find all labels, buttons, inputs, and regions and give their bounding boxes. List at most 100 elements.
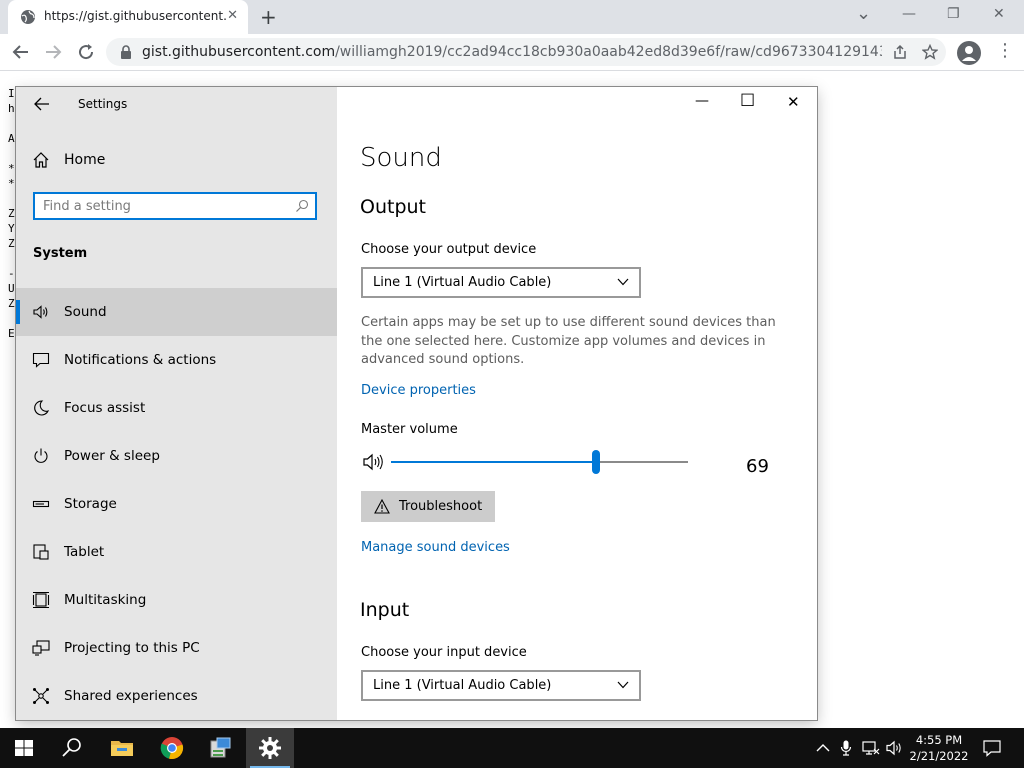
address-bar[interactable]: gist.githubusercontent.com/williamgh2019… xyxy=(106,38,946,66)
volume-speaker-icon[interactable] xyxy=(363,453,385,471)
taskbar: 4:55 PM 2/21/2022 xyxy=(0,728,1024,768)
forward-icon[interactable] xyxy=(44,43,62,61)
page-text-line: Z xyxy=(8,237,15,250)
page-text-line: I xyxy=(8,87,15,100)
volume-slider-fill xyxy=(391,461,596,463)
settings-nav-list: Sound Notifications & actions Focus assi… xyxy=(16,288,337,720)
taskbar-settings[interactable] xyxy=(246,728,294,768)
settings-close-button[interactable]: ✕ xyxy=(787,93,800,111)
microphone-icon[interactable] xyxy=(840,740,852,756)
input-device-label: Choose your input device xyxy=(361,645,527,660)
page-text-line: - xyxy=(8,267,15,280)
clock-date: 2/21/2022 xyxy=(909,749,969,763)
chevron-down-icon xyxy=(617,278,629,286)
browser-close-button[interactable]: ✕ xyxy=(993,6,1005,22)
page-text-line xyxy=(8,116,15,131)
troubleshoot-button[interactable]: Troubleshoot xyxy=(361,491,495,522)
settings-maximize-button[interactable]: ☐ xyxy=(740,91,755,111)
master-volume-slider[interactable] xyxy=(391,450,688,474)
input-heading: Input xyxy=(360,599,410,621)
lock-icon[interactable] xyxy=(118,44,134,60)
volume-slider-thumb[interactable] xyxy=(591,450,600,474)
taskbar-chrome[interactable] xyxy=(148,728,196,768)
control-panel-icon xyxy=(210,737,231,758)
taskbar-app-generic[interactable] xyxy=(197,728,245,768)
page-text-line: A xyxy=(8,132,15,145)
multitasking-icon xyxy=(32,591,50,609)
page-text-line xyxy=(8,191,15,206)
reload-icon[interactable] xyxy=(77,43,95,61)
chrome-menu-icon[interactable]: ⋮ xyxy=(996,40,1014,61)
settings-minimize-button[interactable]: — xyxy=(695,93,709,109)
taskbar-clock[interactable]: 4:55 PM 2/21/2022 xyxy=(908,732,970,764)
device-properties-link[interactable]: Device properties xyxy=(361,383,476,398)
tablet-icon xyxy=(33,544,49,560)
page-text-line: Z xyxy=(8,207,15,220)
output-description: Certain apps may be set up to use differ… xyxy=(361,315,776,367)
chrome-icon xyxy=(160,737,184,760)
sidebar-item-multitasking[interactable]: Multitasking xyxy=(16,576,337,624)
sidebar-item-power-sleep[interactable]: Power & sleep xyxy=(16,432,337,480)
input-device-value: Line 1 (Virtual Audio Cable) xyxy=(373,678,552,693)
settings-title: Settings xyxy=(78,97,128,111)
sidebar-item-storage[interactable]: Storage xyxy=(16,480,337,528)
sidebar-item-notifications[interactable]: Notifications & actions xyxy=(16,336,337,384)
globe-icon xyxy=(21,10,35,24)
home-icon xyxy=(33,152,49,168)
search-icon[interactable] xyxy=(295,199,309,213)
sidebar-item-label: Tablet xyxy=(64,544,105,560)
settings-content: — ☐ ✕ Sound Output Choose your output de… xyxy=(337,87,817,720)
browser-minimize-button[interactable]: — xyxy=(902,6,916,22)
share-icon[interactable] xyxy=(892,44,908,60)
storage-icon xyxy=(32,500,50,508)
page-text-line xyxy=(8,146,15,161)
settings-search-input[interactable] xyxy=(43,197,283,215)
profile-avatar-icon[interactable] xyxy=(957,41,981,65)
master-volume-value: 69 xyxy=(746,456,769,477)
taskbar-search-button[interactable] xyxy=(48,728,96,768)
page-text-line xyxy=(8,311,15,326)
sidebar-item-shared-experiences[interactable]: Shared experiences xyxy=(16,672,337,720)
page-text-line: Z xyxy=(8,297,15,310)
clock-time: 4:55 PM xyxy=(915,733,963,747)
gear-icon xyxy=(259,737,281,759)
sidebar-item-label: Projecting to this PC xyxy=(64,640,200,656)
input-device-dropdown[interactable]: Line 1 (Virtual Audio Cable) xyxy=(361,670,641,701)
action-center-icon[interactable] xyxy=(983,739,1001,757)
sidebar-item-sound[interactable]: Sound xyxy=(16,288,337,336)
sidebar-item-label: Focus assist xyxy=(64,400,146,416)
browser-restore-button[interactable]: ❐ xyxy=(947,6,960,22)
back-icon[interactable] xyxy=(12,43,30,61)
show-hidden-icons-chevron-icon[interactable] xyxy=(816,742,830,754)
settings-window: Settings Home System Sound xyxy=(16,87,817,720)
browser-tab[interactable]: https://gist.githubusercontent.com/... ✕ xyxy=(8,0,248,34)
start-button[interactable] xyxy=(0,728,48,768)
network-icon[interactable] xyxy=(862,740,880,756)
manage-sound-devices-link[interactable]: Manage sound devices xyxy=(361,540,510,555)
settings-back-icon[interactable] xyxy=(34,97,50,111)
tab-close-icon[interactable]: ✕ xyxy=(227,8,238,23)
page-text-line: E xyxy=(8,327,15,340)
power-icon xyxy=(34,448,48,463)
tab-search-icon[interactable]: ⌄ xyxy=(856,3,871,24)
settings-search-box[interactable] xyxy=(33,192,317,220)
speaker-icon xyxy=(33,305,48,319)
home-link[interactable]: Home xyxy=(32,147,322,173)
new-tab-button[interactable]: + xyxy=(260,5,277,29)
output-device-dropdown[interactable]: Line 1 (Virtual Audio Cable) xyxy=(361,267,641,298)
volume-tray-icon[interactable] xyxy=(886,740,904,756)
raw-page-text: I h A * * Z Y Z - U Z E xyxy=(8,86,15,341)
page-text-line: Y xyxy=(8,222,15,235)
url-text[interactable]: gist.githubusercontent.com/williamgh2019… xyxy=(142,44,882,60)
sidebar-item-focus-assist[interactable]: Focus assist xyxy=(16,384,337,432)
taskbar-file-explorer[interactable] xyxy=(98,728,146,768)
sidebar-item-label: Multitasking xyxy=(64,592,147,608)
master-volume-label: Master volume xyxy=(361,422,458,437)
page-text-line: U xyxy=(8,282,15,295)
bookmark-star-icon[interactable] xyxy=(922,44,938,60)
troubleshoot-label: Troubleshoot xyxy=(399,499,483,514)
url-host: gist.githubusercontent.com xyxy=(142,44,336,60)
output-heading: Output xyxy=(360,196,426,218)
sidebar-item-projecting[interactable]: Projecting to this PC xyxy=(16,624,337,672)
sidebar-item-tablet[interactable]: Tablet xyxy=(16,528,337,576)
